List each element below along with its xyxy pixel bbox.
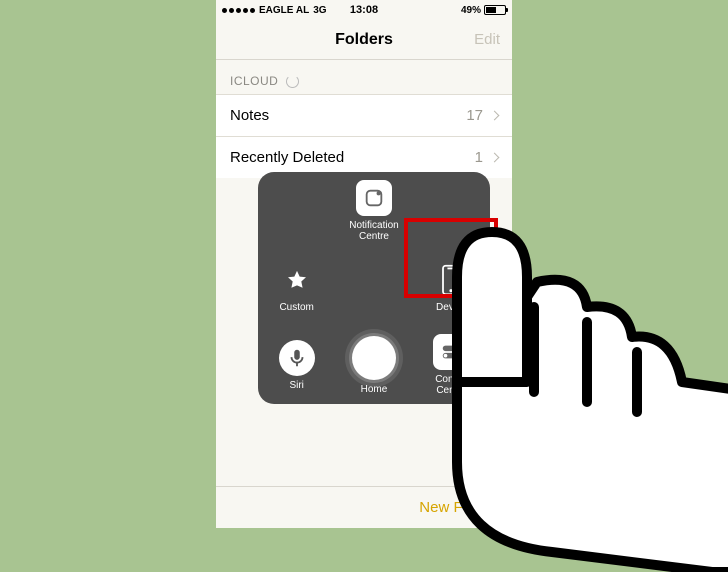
assistive-touch-menu: Notification Centre Custom Device Siri H… <box>258 172 490 404</box>
nav-header: Folders Edit <box>216 20 512 60</box>
folder-row-notes[interactable]: Notes 17 <box>216 94 512 136</box>
loading-spinner-icon <box>286 75 299 88</box>
assistive-label: Custom <box>279 302 313 313</box>
assistive-label: Notification Centre <box>349 220 398 242</box>
battery-indicator: 49% <box>461 5 506 16</box>
battery-percent: 49% <box>461 5 481 16</box>
assistive-home[interactable]: Home <box>335 327 412 404</box>
assistive-notification-centre[interactable]: Notification Centre <box>335 172 412 249</box>
device-icon <box>433 262 469 298</box>
wikihow-watermark: wikiHow <box>663 523 720 540</box>
bottom-toolbar: New Folder <box>216 486 512 528</box>
row-count: 17 <box>466 107 483 124</box>
assistive-label: Home <box>361 384 388 395</box>
assistive-siri[interactable]: Siri <box>258 327 335 404</box>
carrier-label: EAGLE AL <box>259 5 309 16</box>
edit-button[interactable]: Edit <box>474 31 500 48</box>
signal-strength-icon <box>222 8 255 13</box>
assistive-label: Siri <box>289 380 303 391</box>
row-label: Recently Deleted <box>230 149 344 166</box>
assistive-device[interactable]: Device <box>413 249 490 326</box>
home-button-icon <box>352 336 396 380</box>
assistive-control-centre[interactable]: Control Centre <box>413 327 490 404</box>
star-icon <box>279 262 315 298</box>
section-label: ICLOUD <box>230 74 278 88</box>
page-title: Folders <box>335 31 393 49</box>
chevron-right-icon <box>490 111 500 121</box>
network-label: 3G <box>313 5 326 16</box>
assistive-custom[interactable]: Custom <box>258 249 335 326</box>
row-count: 1 <box>475 149 483 166</box>
clock: 13:08 <box>350 4 378 16</box>
row-label: Notes <box>230 107 269 124</box>
notification-centre-icon <box>356 180 392 216</box>
assistive-label: Control Centre <box>435 374 467 396</box>
new-folder-button[interactable]: New Folder <box>419 499 496 516</box>
icloud-section-header: ICLOUD <box>216 60 512 94</box>
microphone-icon <box>279 340 315 376</box>
control-centre-icon <box>433 334 469 370</box>
battery-icon <box>484 5 506 15</box>
assistive-label: Device <box>436 302 467 313</box>
chevron-right-icon <box>490 153 500 163</box>
status-bar: EAGLE AL 3G 13:08 49% <box>216 0 512 20</box>
